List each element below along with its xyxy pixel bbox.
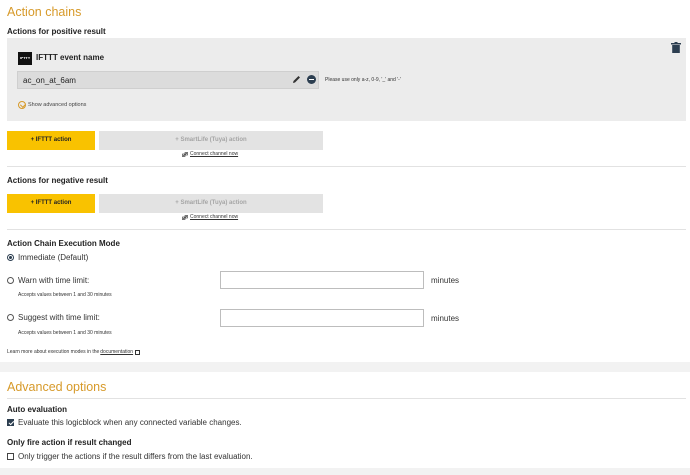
add-smartlife-action-button-positive[interactable]: + SmartLife (Tuya) action — [99, 131, 323, 150]
learn-more-text: Learn more about execution modes in the … — [7, 349, 141, 355]
connect-channel-link-negative[interactable]: Connect channel now — [182, 214, 238, 220]
only-fire-checkbox[interactable] — [7, 453, 14, 460]
add-ifttt-action-button-negative[interactable]: + IFTTT action — [7, 194, 95, 213]
trash-icon[interactable] — [671, 42, 681, 53]
only-fire-label: Only trigger the actions if the result d… — [18, 452, 253, 461]
chevron-down-icon — [18, 101, 26, 109]
immediate-label: Immediate (Default) — [18, 253, 89, 262]
ifttt-logo: IFTTT — [18, 52, 32, 65]
radio-immediate[interactable] — [7, 254, 14, 261]
auto-evaluation-title: Auto evaluation — [7, 405, 68, 414]
bottom-band — [0, 468, 690, 475]
connect-channel-label: Connect channel now — [190, 214, 239, 220]
connect-channel-link-positive[interactable]: Connect channel now — [182, 151, 238, 157]
ifttt-event-name-input[interactable] — [17, 71, 319, 89]
link-icon — [182, 151, 188, 157]
connect-channel-label: Connect channel now — [190, 151, 239, 157]
auto-evaluation-label: Evaluate this logicblock when any connec… — [18, 418, 242, 427]
positive-actions-title: Actions for positive result — [7, 27, 106, 36]
auto-evaluation-checkbox[interactable] — [7, 419, 14, 426]
radio-suggest[interactable] — [7, 314, 14, 321]
remove-action-icon[interactable] — [307, 75, 316, 84]
ifttt-action-panel: IFTTT IFTTT event name Please use only a… — [7, 38, 686, 121]
show-advanced-options-link[interactable]: Show advanced options — [18, 101, 86, 109]
suggest-time-limit-input[interactable] — [220, 309, 424, 327]
suggest-accepts-hint: Accepts values between 1 and 30 minutes — [18, 330, 112, 336]
divider — [7, 229, 686, 230]
warn-minutes-label: minutes — [431, 276, 460, 285]
learn-more-prefix: Learn more about execution modes in the — [7, 349, 100, 355]
event-name-hint: Please use only a-z, 0-9, '_' and '-' — [325, 77, 401, 83]
warn-time-limit-input[interactable] — [220, 271, 424, 289]
add-smartlife-action-button-negative[interactable]: + SmartLife (Tuya) action — [99, 194, 323, 213]
warn-accepts-hint: Accepts values between 1 and 30 minutes — [18, 292, 112, 298]
only-fire-title: Only fire action if result changed — [7, 438, 132, 447]
suggest-minutes-label: minutes — [431, 314, 460, 323]
pencil-icon[interactable] — [292, 75, 301, 84]
documentation-link[interactable]: documentation — [100, 349, 133, 355]
negative-actions-title: Actions for negative result — [7, 176, 108, 185]
ifttt-event-name-label: IFTTT event name — [36, 53, 105, 62]
show-advanced-options-label: Show advanced options — [28, 102, 87, 108]
divider — [7, 166, 686, 167]
add-ifttt-action-button-positive[interactable]: + IFTTT action — [7, 131, 95, 150]
external-link-icon — [135, 349, 141, 355]
execution-mode-title: Action Chain Execution Mode — [7, 239, 120, 248]
divider — [7, 398, 686, 399]
warn-label: Warn with time limit: — [18, 276, 90, 285]
link-icon — [182, 214, 188, 220]
advanced-options-title: Advanced options — [7, 380, 107, 394]
suggest-label: Suggest with time limit: — [18, 313, 100, 322]
radio-warn[interactable] — [7, 277, 14, 284]
action-chains-title: Action chains — [7, 5, 82, 19]
section-separator — [0, 362, 690, 372]
